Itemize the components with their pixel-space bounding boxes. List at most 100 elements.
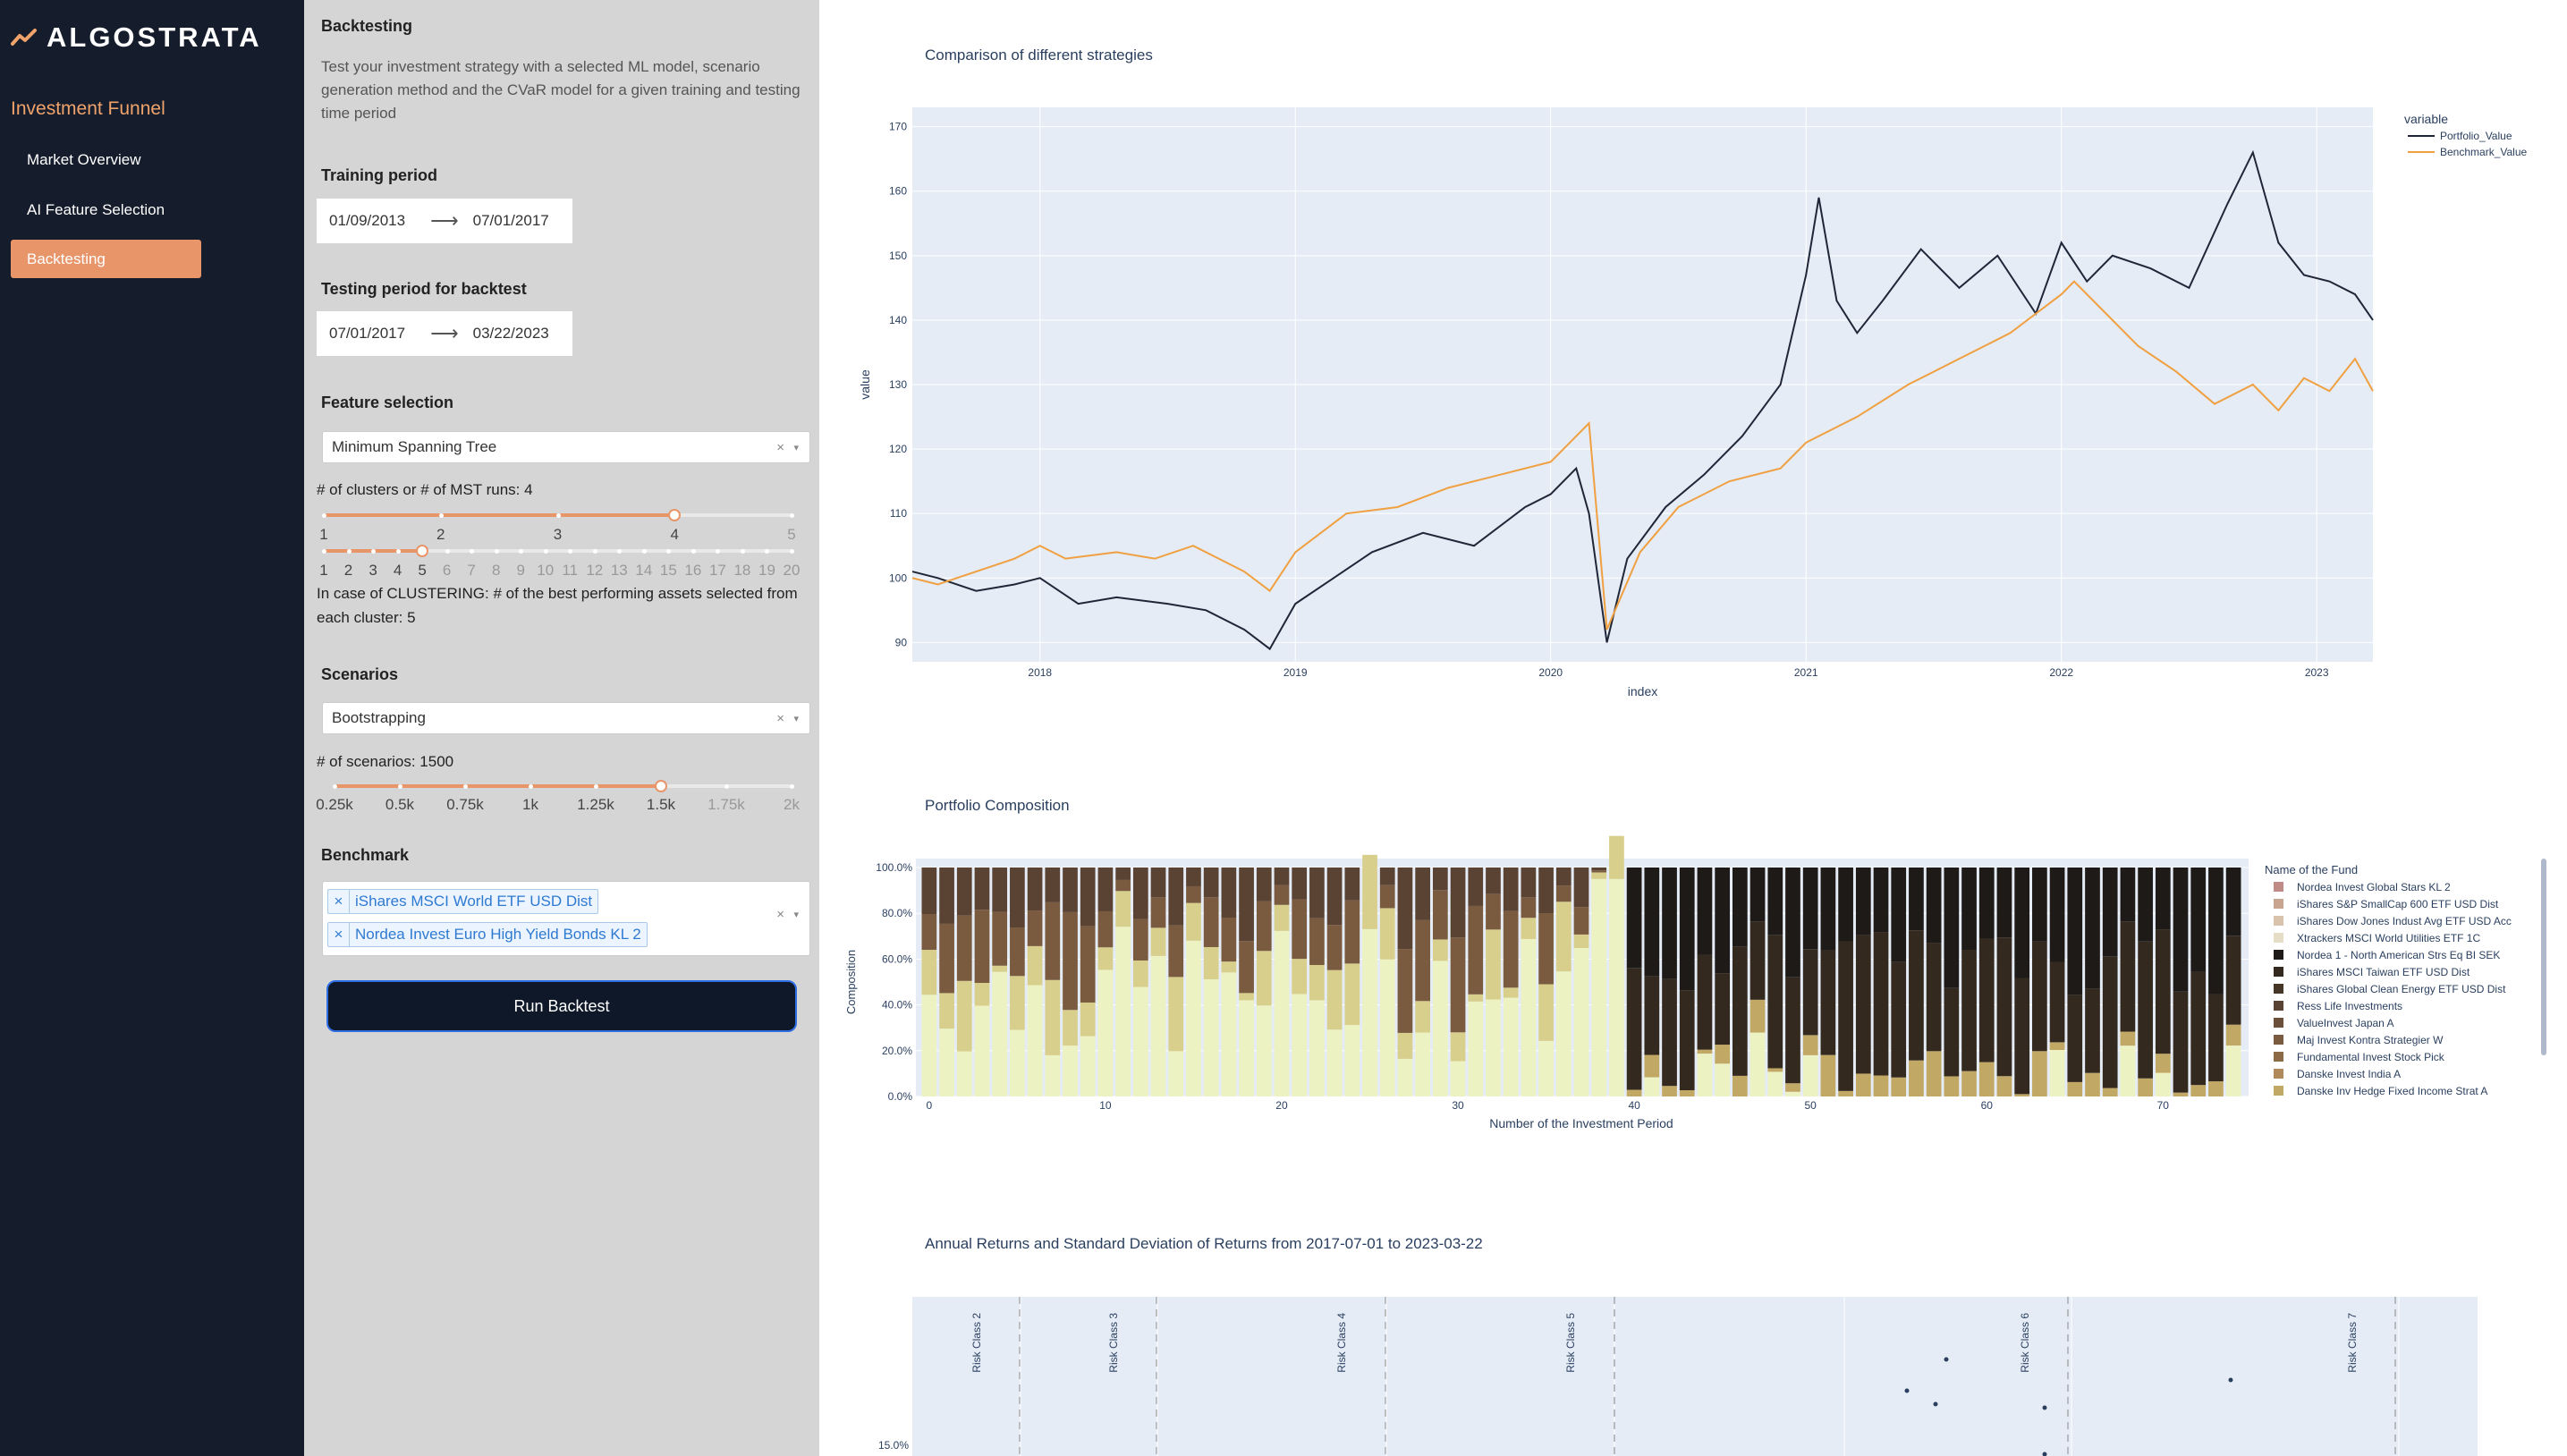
- benchmark-tag[interactable]: × Nordea Invest Euro High Yield Bonds KL…: [327, 922, 648, 947]
- remove-tag-icon[interactable]: ×: [328, 890, 350, 913]
- bar-segment: [1362, 854, 1377, 929]
- slider-handle[interactable]: [416, 545, 429, 557]
- slider-handle[interactable]: [668, 509, 682, 521]
- bar-segment: [1503, 997, 1519, 1096]
- legend-swatch: [2274, 882, 2283, 892]
- bar-segment: [1555, 971, 1572, 1096]
- clear-icon[interactable]: ×: [776, 907, 784, 922]
- bar-segment: [1609, 835, 1624, 879]
- training-start-date[interactable]: 01/09/2013: [329, 212, 405, 230]
- clear-icon[interactable]: ×: [776, 440, 784, 455]
- slider-tick: [568, 548, 573, 554]
- legend-scrollbar[interactable]: [2541, 859, 2546, 1055]
- bar-segment: [2049, 961, 2065, 1043]
- strategy-comparison-chart[interactable]: 90 100 110 120 130 140 150 160 170 2018 2019 2020 20…: [819, 0, 2567, 733]
- legend-entry[interactable]: Benchmark_Value: [2440, 146, 2527, 158]
- bar-segment: [1468, 905, 1484, 995]
- sidebar-item-market-overview[interactable]: Market Overview: [11, 140, 201, 179]
- control-panel: Backtesting Test your investment strateg…: [304, 0, 819, 1456]
- bar-segment: [1221, 972, 1237, 1096]
- bar-segment: [1521, 938, 1537, 1096]
- bar-segment: [1150, 897, 1166, 928]
- bar-segment: [1115, 879, 1131, 892]
- testing-end-date[interactable]: 03/22/2023: [473, 325, 549, 343]
- scenarios-value: Bootstrapping: [332, 709, 426, 726]
- testing-start-date[interactable]: 07/01/2017: [329, 325, 405, 343]
- bar-segment: [1961, 1071, 1977, 1096]
- bar-segment: [974, 1005, 990, 1096]
- slider-tick: [555, 512, 561, 518]
- risk-return-chart[interactable]: Risk Class 2 Risk Class 3 Risk Class 4 Risk…: [819, 1252, 2567, 1456]
- bar-segment: [939, 923, 954, 994]
- slider-tick: [641, 548, 647, 554]
- run-backtest-button[interactable]: Run Backtest: [326, 980, 797, 1032]
- brand-name: ALGOSTRATA: [47, 21, 262, 53]
- legend-entry[interactable]: Ress Life Investments: [2297, 1000, 2402, 1012]
- legend-entry[interactable]: Fundamental Invest Stock Pick: [2297, 1051, 2445, 1063]
- feature-selection-dropdown[interactable]: Minimum Spanning Tree × ▾: [322, 431, 810, 463]
- chevron-down-icon[interactable]: ▾: [793, 909, 799, 920]
- bar-segment: [2120, 1045, 2136, 1096]
- legend-entry[interactable]: Danske Inv Hedge Fixed Income Strat A: [2297, 1085, 2487, 1097]
- bar-segment: [1186, 868, 1201, 886]
- slider-tick: [371, 548, 377, 554]
- bar-segment: [1045, 1054, 1061, 1096]
- bar-segment: [1626, 968, 1642, 1090]
- legend-entry[interactable]: Maj Invest Kontra Strategier W: [2297, 1034, 2444, 1046]
- chevron-down-icon[interactable]: ▾: [793, 713, 799, 724]
- chevron-down-icon[interactable]: ▾: [793, 442, 799, 453]
- benchmark-tag[interactable]: × iShares MSCI World ETF USD Dist: [327, 889, 599, 914]
- bar-segment: [1503, 868, 1519, 911]
- bar-segment: [1538, 984, 1554, 1041]
- bar-segment: [1221, 868, 1237, 918]
- legend-entry[interactable]: Danske Invest India A: [2297, 1068, 2401, 1080]
- bar-segment: [1555, 885, 1572, 902]
- bar-segment: [1944, 1076, 1960, 1096]
- bar-segment: [921, 868, 937, 915]
- y-tick-label: 90: [895, 636, 908, 648]
- portfolio-composition-chart[interactable]: 0.0% 20.0% 40.0% 60.0% 80.0% 100.0% 0 10 20 30 40 5…: [819, 805, 2567, 1163]
- scatter-point: [1904, 1388, 1910, 1393]
- testing-period-picker[interactable]: 07/01/2017 ⟶ 03/22/2023: [317, 311, 572, 356]
- brand-logo[interactable]: ALGOSTRATA: [11, 20, 262, 55]
- benchmark-multiselect[interactable]: × iShares MSCI World ETF USD Dist × Nord…: [322, 881, 810, 956]
- bar-segment: [1909, 1060, 1924, 1096]
- bar-segment: [1115, 868, 1131, 880]
- legend-entry[interactable]: Portfolio_Value: [2440, 130, 2512, 142]
- sidebar-item-backtesting[interactable]: Backtesting: [11, 240, 201, 278]
- legend-entry[interactable]: iShares MSCI Taiwan ETF USD Dist: [2297, 966, 2470, 978]
- bar-segment: [1080, 1002, 1096, 1037]
- legend-swatch: [2274, 967, 2283, 977]
- slider-tick: [594, 783, 598, 789]
- slider-handle[interactable]: [655, 780, 667, 792]
- bar-segment: [1432, 961, 1448, 1096]
- legend-entry[interactable]: Xtrackers MSCI World Utilities ETF 1C: [2297, 932, 2480, 944]
- best-assets-slider[interactable]: 1 2 3 4 5 6 7 8 9 10 11 12 13 14 15 16 17 18 19 20: [304, 535, 819, 580]
- bar-segment: [1292, 899, 1308, 960]
- num-scenarios-slider[interactable]: 0.25k 0.5k 0.75k 1k 1.25k 1.5k 1.75k 2k: [304, 775, 819, 819]
- legend-entry[interactable]: iShares Dow Jones Indust Avg ETF USD Acc: [2297, 915, 2512, 927]
- training-end-date[interactable]: 07/01/2017: [473, 212, 549, 230]
- legend-entry[interactable]: Nordea Invest Global Stars KL 2: [2297, 881, 2451, 893]
- slider-mark-label: 16: [684, 562, 702, 579]
- sidebar-item-ai-feature-selection[interactable]: AI Feature Selection: [11, 190, 201, 229]
- training-period-picker[interactable]: 01/09/2013 ⟶ 07/01/2017: [317, 199, 572, 243]
- legend-entry[interactable]: Nordea 1 - North American Strs Eq BI SEK: [2297, 949, 2500, 961]
- legend-entry[interactable]: iShares Global Clean Energy ETF USD Dist: [2297, 983, 2506, 995]
- bar-segment: [2190, 971, 2207, 1086]
- x-tick-label: 60: [1981, 1099, 1994, 1112]
- scenarios-dropdown[interactable]: Bootstrapping × ▾: [322, 702, 810, 734]
- bar-segment: [1239, 1000, 1254, 1096]
- bar-segment: [1203, 946, 1219, 979]
- legend-entry[interactable]: ValueInvest Japan A: [2297, 1017, 2394, 1029]
- bar-segment: [2067, 995, 2083, 1082]
- bar-segment: [1820, 868, 1836, 951]
- clear-icon[interactable]: ×: [776, 711, 784, 726]
- bar-segment: [2049, 868, 2065, 962]
- legend-entry[interactable]: iShares S&P SmallCap 600 ETF USD Dist: [2297, 898, 2499, 910]
- bar-segment: [1749, 999, 1766, 1033]
- bar-segment: [956, 868, 972, 916]
- bar-segment: [1978, 868, 1995, 939]
- remove-tag-icon[interactable]: ×: [328, 923, 350, 946]
- y-axis-label: value: [858, 369, 872, 400]
